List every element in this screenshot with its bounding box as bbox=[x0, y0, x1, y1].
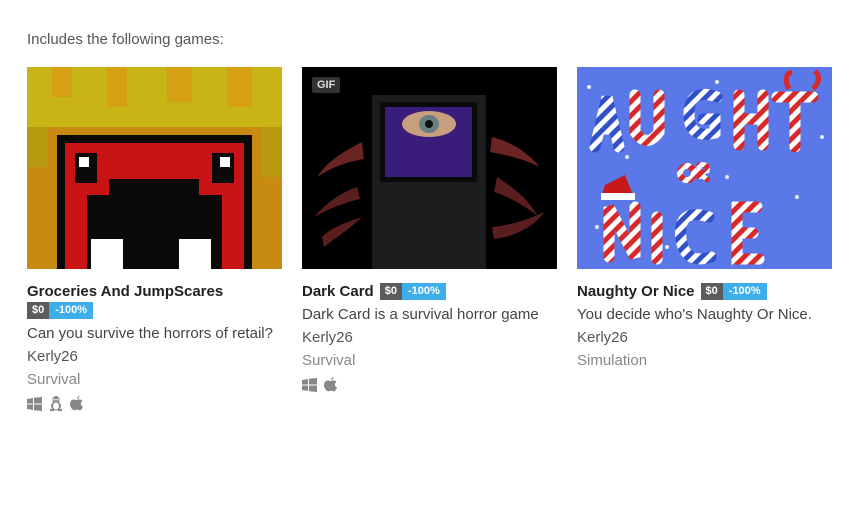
game-title[interactable]: Naughty Or Nice bbox=[577, 283, 695, 300]
game-description: You decide who's Naughty Or Nice. bbox=[577, 306, 812, 323]
game-genre: Survival bbox=[302, 352, 356, 369]
game-card: Naughty Or Nice $0 -100% You decide who'… bbox=[577, 67, 832, 411]
includes-heading: Includes the following games: bbox=[27, 31, 224, 48]
thumbnail-image bbox=[302, 67, 557, 269]
game-thumbnail[interactable] bbox=[27, 67, 282, 269]
game-grid: Groceries And JumpScares $0 -100% Can yo… bbox=[27, 67, 832, 411]
game-genre: Simulation bbox=[577, 352, 648, 369]
game-description: Dark Card is a survival horror game bbox=[302, 306, 539, 323]
discount-label: -100% bbox=[401, 283, 446, 300]
game-thumbnail[interactable]: GIF bbox=[302, 67, 557, 269]
price-label: $0 bbox=[700, 283, 723, 300]
game-title[interactable]: Dark Card bbox=[302, 283, 374, 300]
game-author[interactable]: Kerly26 bbox=[302, 329, 557, 346]
game-description: Can you survive the horrors of retail? bbox=[27, 325, 273, 342]
discount-label: -100% bbox=[722, 283, 767, 300]
platform-icons bbox=[27, 396, 282, 411]
game-thumbnail[interactable] bbox=[577, 67, 832, 269]
platform-icons bbox=[302, 377, 557, 392]
price-label: $0 bbox=[379, 283, 402, 300]
apple-icon bbox=[70, 396, 83, 411]
windows-icon bbox=[302, 377, 317, 392]
thumbnail-image bbox=[27, 67, 282, 269]
windows-icon bbox=[27, 396, 42, 411]
game-genre: Survival bbox=[27, 371, 81, 388]
game-card: GIF Dark Card $0 -100% Dark Card is a su… bbox=[302, 67, 557, 411]
price-tag: $0 -100% bbox=[27, 302, 282, 319]
price-label: $0 bbox=[27, 302, 50, 319]
linux-icon bbox=[50, 396, 62, 411]
gif-badge: GIF bbox=[312, 77, 341, 93]
apple-icon bbox=[324, 377, 337, 392]
game-author[interactable]: Kerly26 bbox=[577, 329, 832, 346]
discount-label: -100% bbox=[49, 302, 94, 319]
price-tag: $0 -100% bbox=[379, 283, 446, 300]
price-tag: $0 -100% bbox=[700, 283, 767, 300]
thumbnail-image bbox=[577, 67, 832, 269]
game-card: Groceries And JumpScares $0 -100% Can yo… bbox=[27, 67, 282, 411]
game-title[interactable]: Groceries And JumpScares bbox=[27, 283, 223, 300]
game-author[interactable]: Kerly26 bbox=[27, 348, 282, 365]
